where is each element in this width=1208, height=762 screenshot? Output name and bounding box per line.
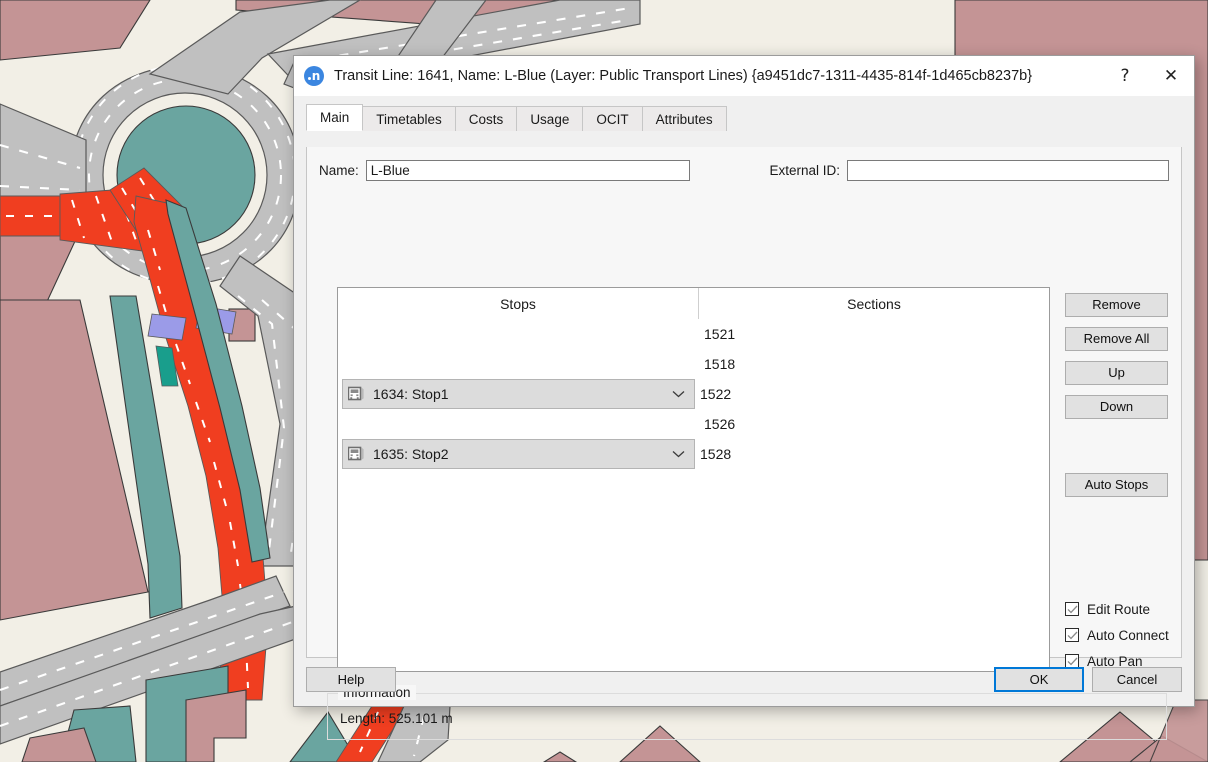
external-id-input[interactable] (847, 160, 1169, 181)
name-label: Name: (319, 163, 359, 178)
bus-icon (348, 446, 365, 462)
stop-cell (338, 409, 699, 439)
name-input[interactable] (366, 160, 690, 181)
table-row[interactable]: 1521 (338, 319, 1049, 349)
help-icon[interactable]: ? (1102, 56, 1148, 96)
tab-timetables[interactable]: Timetables (362, 106, 456, 131)
stops-sections-table: Stops Sections 1521 1518 (337, 287, 1050, 672)
main-tab-panel: Name: External ID: Stops Sections 1521 (306, 147, 1182, 658)
tab-usage[interactable]: Usage (516, 106, 583, 131)
column-header-sections: Sections (699, 288, 1049, 319)
dialog-footer: Help OK Cancel (294, 658, 1194, 706)
titlebar-buttons: ? ✕ (1102, 56, 1194, 96)
section-cell: 1528 (695, 446, 795, 462)
table-header: Stops Sections (338, 288, 1049, 319)
dialog-titlebar[interactable]: n Transit Line: 1641, Name: L-Blue (Laye… (294, 56, 1194, 96)
stop-cell (338, 349, 699, 379)
chevron-down-icon[interactable] (672, 445, 685, 463)
section-cell: 1518 (699, 356, 799, 372)
tab-attributes[interactable]: Attributes (642, 106, 727, 131)
down-button[interactable]: Down (1065, 395, 1168, 419)
ok-button[interactable]: OK (994, 667, 1084, 692)
name-row: Name: External ID: (319, 160, 1169, 181)
stop-dropdown[interactable]: 1635: Stop2 (342, 439, 695, 469)
help-button[interactable]: Help (306, 667, 396, 692)
column-header-stops: Stops (338, 288, 699, 319)
transit-line-dialog: n Transit Line: 1641, Name: L-Blue (Laye… (293, 55, 1195, 707)
external-id-label: External ID: (770, 163, 841, 178)
side-button-group: Remove Remove All Up Down Auto Stops (1065, 293, 1168, 507)
table-body: 1521 1518 (338, 319, 1049, 469)
chevron-down-icon[interactable] (672, 385, 685, 403)
remove-all-button[interactable]: Remove All (1065, 327, 1168, 351)
bus-icon (348, 386, 365, 402)
tab-ocit[interactable]: OCIT (582, 106, 642, 131)
section-cell: 1526 (699, 416, 799, 432)
stop-cell (338, 319, 699, 349)
stop-label: 1634: Stop1 (373, 386, 449, 402)
checkbox-auto-connect[interactable]: Auto Connect (1065, 622, 1169, 648)
remove-button[interactable]: Remove (1065, 293, 1168, 317)
auto-stops-button[interactable]: Auto Stops (1065, 473, 1168, 497)
table-row[interactable]: 1526 (338, 409, 1049, 439)
tab-main[interactable]: Main (306, 104, 363, 131)
up-button[interactable]: Up (1065, 361, 1168, 385)
stop-label: 1635: Stop2 (373, 446, 449, 462)
length-value: Length: 525.101 m (340, 711, 453, 726)
checkbox-edit-route[interactable]: Edit Route (1065, 596, 1169, 622)
section-cell: 1522 (695, 386, 795, 402)
checkbox-box[interactable] (1065, 628, 1079, 642)
cancel-button[interactable]: Cancel (1092, 667, 1182, 692)
checkbox-box[interactable] (1065, 602, 1079, 616)
stop-dropdown[interactable]: 1634: Stop1 (342, 379, 695, 409)
checkbox-label: Auto Connect (1087, 628, 1169, 643)
tab-costs[interactable]: Costs (455, 106, 518, 131)
checkbox-label: Edit Route (1087, 602, 1150, 617)
dialog-title: Transit Line: 1641, Name: L-Blue (Layer:… (334, 68, 1032, 84)
table-row[interactable]: 1635: Stop2 1528 (338, 439, 1049, 469)
table-row[interactable]: 1518 (338, 349, 1049, 379)
table-row[interactable]: 1634: Stop1 1522 (338, 379, 1049, 409)
app-icon: n (304, 66, 324, 86)
section-cell: 1521 (699, 326, 799, 342)
close-icon[interactable]: ✕ (1148, 56, 1194, 96)
tabstrip: Main Timetables Costs Usage OCIT Attribu… (306, 105, 1194, 131)
